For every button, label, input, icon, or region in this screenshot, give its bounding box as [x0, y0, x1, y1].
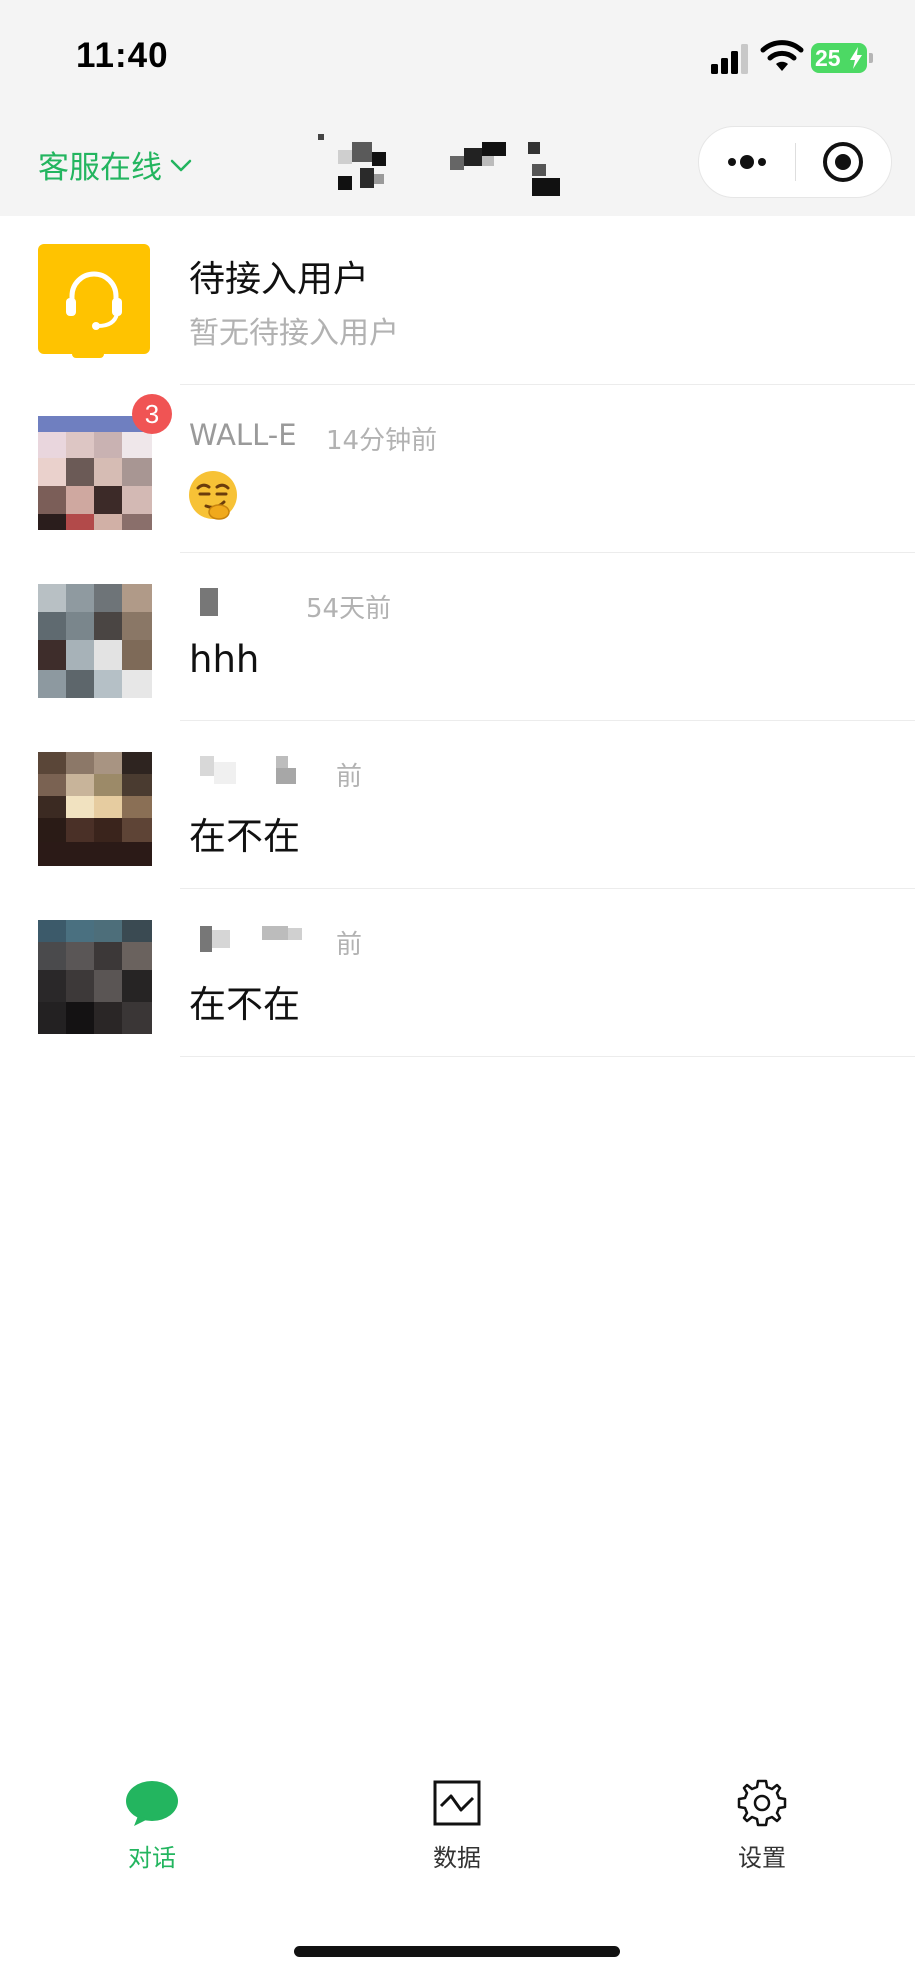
gear-icon — [737, 1779, 787, 1827]
avatar — [38, 584, 152, 698]
target-circle-icon — [823, 142, 864, 182]
unread-badge: 3 — [132, 394, 172, 434]
signal-icon — [711, 44, 748, 74]
home-indicator — [294, 1946, 620, 1957]
chart-icon — [433, 1780, 481, 1826]
tab-label: 设置 — [738, 1844, 786, 1872]
pending-users-subtitle: 暂无待接入用户 — [189, 316, 399, 351]
pending-users-avatar — [38, 244, 150, 354]
row-divider — [180, 1056, 915, 1057]
close-button[interactable] — [796, 126, 892, 198]
battery-level: 25 — [815, 45, 841, 71]
avatar-censored — [38, 584, 152, 698]
pending-icon-tail — [72, 352, 104, 358]
status-bar: 11:40 25 — [0, 0, 915, 110]
message-time: 14分钟前 — [326, 426, 438, 456]
last-message: 在不在 — [189, 815, 300, 858]
contact-name-censored — [200, 588, 218, 616]
service-status-label: 客服在线 — [38, 149, 162, 186]
status-time: 11:40 — [76, 36, 169, 75]
conversation-row[interactable]: 54天前 hhh — [0, 552, 915, 720]
battery-cap — [869, 53, 873, 63]
avatar-censored — [38, 752, 152, 866]
more-button[interactable] — [699, 126, 795, 198]
chat-bubble-icon — [126, 1781, 178, 1826]
charging-bolt-icon — [850, 47, 862, 69]
avatar-censored — [38, 416, 152, 530]
service-status-dropdown[interactable]: 客服在线 — [38, 144, 192, 186]
mini-program-capsule — [698, 126, 892, 198]
headset-icon — [66, 271, 122, 330]
pending-users-title: 待接入用户 — [189, 259, 370, 300]
tab-label: 对话 — [128, 1844, 176, 1872]
avatar — [38, 920, 152, 1034]
conversation-row[interactable]: 前 在不在 — [0, 720, 915, 888]
conversation-row[interactable]: 前 在不在 — [0, 888, 915, 1056]
last-message: hhh — [189, 638, 260, 681]
message-time: 前 — [336, 930, 363, 960]
avatar-censored — [38, 920, 152, 1034]
conversation-row[interactable]: 3 WALL-E 14分钟前 — [0, 384, 915, 552]
pending-users-row[interactable]: 待接入用户 暂无待接入用户 — [0, 216, 915, 384]
smirk-face-emoji-icon — [189, 471, 237, 520]
message-time: 54天前 — [306, 594, 392, 624]
tab-data[interactable]: 数据 — [387, 1768, 527, 1888]
nav-bar: 客服在线 — [0, 110, 915, 216]
contact-name-censored — [200, 756, 296, 784]
chevron-down-icon — [170, 159, 192, 172]
more-dots-icon — [727, 155, 766, 169]
last-message: 在不在 — [189, 983, 300, 1026]
tab-settings[interactable]: 设置 — [692, 1768, 832, 1888]
tab-label: 数据 — [433, 1844, 481, 1872]
message-time: 前 — [336, 762, 363, 792]
contact-name-censored — [200, 926, 302, 952]
tab-conversations[interactable]: 对话 — [82, 1768, 222, 1888]
avatar — [38, 416, 152, 530]
nav-title-censored — [318, 134, 560, 196]
contact-name: WALL-E — [189, 418, 297, 452]
bottom-tab-bar: 对话 数据 设置 — [0, 1768, 915, 1888]
avatar — [38, 752, 152, 866]
battery-icon: 25 — [811, 43, 867, 73]
wifi-icon — [760, 40, 804, 71]
